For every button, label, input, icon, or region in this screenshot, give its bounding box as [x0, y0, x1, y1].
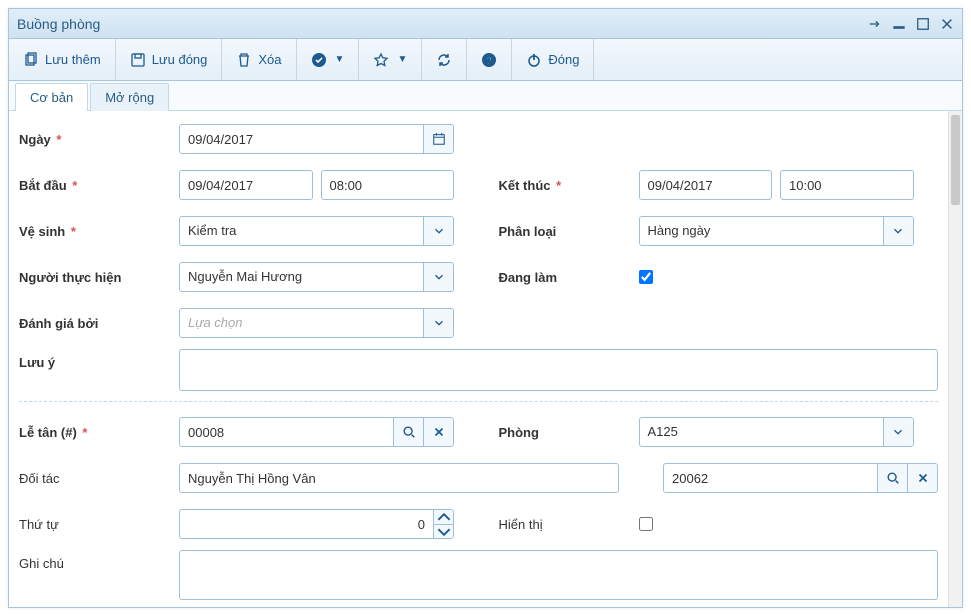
delete-label: Xóa: [258, 52, 281, 67]
category-select[interactable]: Hàng ngày: [639, 216, 914, 246]
help-icon: ?: [481, 52, 497, 68]
performer-select[interactable]: Nguyễn Mai Hương: [179, 262, 454, 292]
toolbar: Lưu thêm Lưu đóng Xóa ▼ ▼ ? Đóng: [9, 39, 962, 81]
maximize-icon[interactable]: [916, 17, 930, 31]
tab-extended[interactable]: Mở rộng: [90, 83, 169, 111]
power-icon: [526, 52, 542, 68]
reception-field[interactable]: [179, 417, 454, 447]
label-note: Lưu ý: [19, 349, 179, 370]
partner-code-input[interactable]: [664, 464, 877, 492]
svg-text:?: ?: [486, 56, 492, 67]
room-select[interactable]: A125: [639, 417, 914, 447]
spinner-down-icon[interactable]: [434, 525, 453, 539]
help-button[interactable]: ?: [467, 39, 512, 80]
save-more-button[interactable]: Lưu thêm: [9, 39, 116, 80]
date-input[interactable]: [180, 125, 423, 153]
start-time-field[interactable]: [321, 170, 455, 200]
caret-down-icon: ▼: [335, 54, 345, 65]
caret-down-icon: ▼: [397, 54, 407, 65]
label-remark: Ghi chú: [19, 550, 179, 571]
calendar-icon[interactable]: [423, 125, 453, 153]
form-area: Ngày * Bắt đầu *: [9, 111, 962, 607]
save-more-label: Lưu thêm: [45, 52, 101, 67]
delete-button[interactable]: Xóa: [222, 39, 296, 80]
partner-name-input[interactable]: [180, 464, 618, 492]
label-start: Bắt đầu *: [19, 178, 179, 193]
label-partner: Đối tác: [19, 471, 179, 486]
start-time-input[interactable]: [322, 171, 455, 199]
start-date-field[interactable]: [179, 170, 313, 200]
close-button[interactable]: Đóng: [512, 39, 594, 80]
rated-by-select[interactable]: Lựa chọn: [179, 308, 454, 338]
label-rated-by: Đánh giá bởi: [19, 316, 179, 331]
chevron-down-icon[interactable]: [883, 217, 913, 245]
save-close-label: Lưu đóng: [152, 52, 208, 67]
label-category: Phân loại: [479, 224, 639, 239]
partner-name-field[interactable]: [179, 463, 619, 493]
save-icon: [130, 52, 146, 68]
favorite-dropdown[interactable]: ▼: [359, 39, 422, 80]
window-title: Buồng phòng: [17, 16, 868, 32]
form-scroll: Ngày * Bắt đầu *: [9, 111, 948, 607]
save-close-button[interactable]: Lưu đóng: [116, 39, 223, 80]
check-circle-icon: [311, 52, 327, 68]
doing-checkbox[interactable]: [639, 270, 653, 284]
star-icon: [373, 52, 389, 68]
label-doing: Đang làm: [479, 270, 639, 285]
scrollbar-thumb[interactable]: [951, 115, 960, 205]
close-window-icon[interactable]: [940, 17, 954, 31]
date-field[interactable]: [179, 124, 454, 154]
note-textarea[interactable]: [179, 349, 938, 391]
approve-dropdown[interactable]: ▼: [297, 39, 360, 80]
reception-input[interactable]: [180, 418, 393, 446]
dialog-window: Buồng phòng Lưu thêm Lưu đóng Xóa ▼ ▼: [8, 8, 963, 608]
search-icon[interactable]: [393, 418, 423, 446]
vertical-scrollbar[interactable]: [948, 111, 962, 607]
minimize-icon[interactable]: [892, 17, 906, 31]
tab-basic[interactable]: Cơ bản: [15, 83, 88, 111]
label-order: Thứ tự: [19, 517, 179, 532]
pin-icon[interactable]: [868, 17, 882, 31]
clear-icon[interactable]: [423, 418, 453, 446]
label-performer: Người thực hiện: [19, 270, 179, 285]
order-input[interactable]: [180, 510, 433, 538]
clear-icon[interactable]: [907, 464, 937, 492]
order-field[interactable]: [179, 509, 454, 539]
label-reception: Lễ tân (#) *: [19, 425, 179, 440]
chevron-down-icon[interactable]: [883, 418, 913, 446]
label-hygiene: Vệ sinh *: [19, 224, 179, 239]
chevron-down-icon[interactable]: [423, 309, 453, 337]
hygiene-select[interactable]: Kiểm tra: [179, 216, 454, 246]
display-checkbox[interactable]: [639, 517, 653, 531]
close-label: Đóng: [548, 52, 579, 67]
titlebar: Buồng phòng: [9, 9, 962, 39]
label-display: Hiển thị: [479, 517, 639, 532]
label-room: Phòng: [479, 425, 639, 440]
section-divider: [19, 401, 938, 402]
refresh-button[interactable]: [422, 39, 467, 80]
search-icon[interactable]: [877, 464, 907, 492]
spinner-up-icon[interactable]: [434, 510, 453, 525]
start-date-input[interactable]: [180, 171, 313, 199]
end-date-field[interactable]: [639, 170, 773, 200]
tab-bar: Cơ bản Mở rộng: [9, 81, 962, 111]
partner-code-field[interactable]: [663, 463, 938, 493]
end-time-field[interactable]: [780, 170, 914, 200]
refresh-icon: [436, 52, 452, 68]
trash-icon: [236, 52, 252, 68]
label-end: Kết thúc *: [479, 178, 639, 193]
chevron-down-icon[interactable]: [423, 217, 453, 245]
remark-textarea[interactable]: [179, 550, 938, 600]
copy-icon: [23, 52, 39, 68]
chevron-down-icon[interactable]: [423, 263, 453, 291]
end-date-input[interactable]: [640, 171, 773, 199]
label-date: Ngày *: [19, 132, 179, 147]
end-time-input[interactable]: [781, 171, 914, 199]
titlebar-controls: [868, 17, 954, 31]
